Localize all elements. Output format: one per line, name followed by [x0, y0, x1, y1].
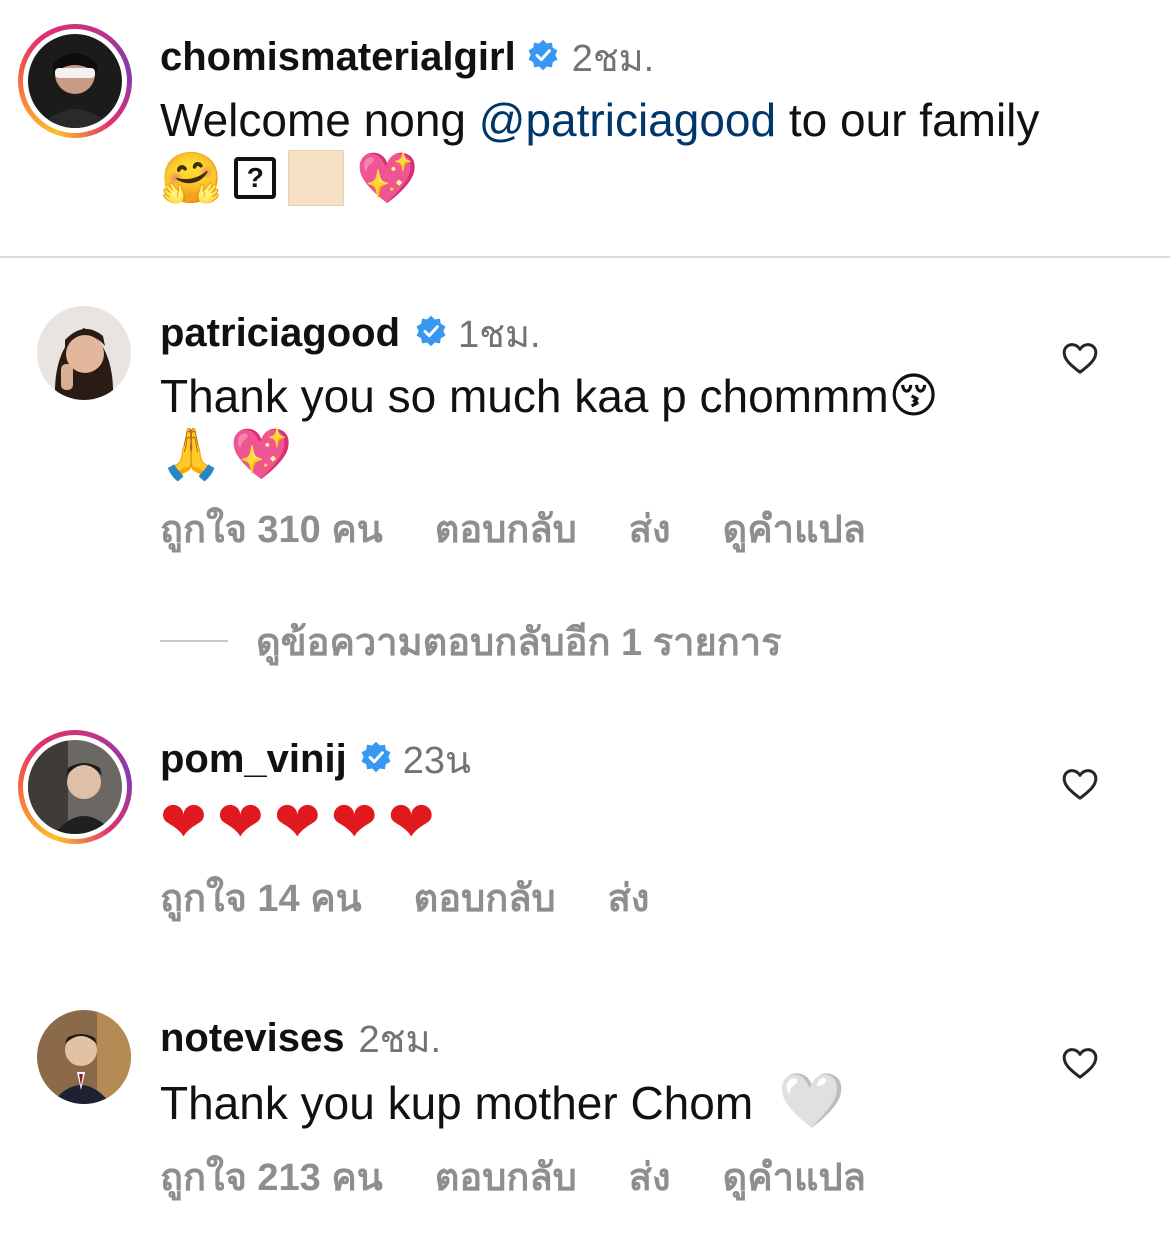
hugging-face-emoji: 🤗	[160, 148, 223, 207]
username[interactable]: chomismaterialgirl	[160, 35, 516, 80]
caption-header: chomismaterialgirl 2ชม.	[160, 33, 654, 81]
avatar[interactable]	[28, 34, 122, 128]
verified-badge-icon	[359, 740, 393, 779]
reply-button[interactable]: ตอบกลับ	[435, 498, 577, 559]
verified-badge-icon	[414, 314, 448, 353]
avatar[interactable]	[37, 306, 131, 400]
kissing-face-emoji: 😚	[888, 368, 939, 424]
caption-emoji-row: 🤗 ? 💖	[160, 148, 419, 208]
send-button[interactable]: ส่ง	[608, 867, 650, 928]
sparkling-heart-emoji: 💖	[230, 424, 293, 483]
comment-text: Thank you so much kaa p chommm😚	[160, 368, 939, 424]
missing-glyph-icon: ?	[234, 157, 277, 199]
red-heart-emoji: ❤	[387, 789, 435, 855]
comment-header: patriciagood 1ชม.	[160, 309, 541, 357]
verified-badge-icon	[526, 38, 560, 77]
translate-button[interactable]: ดูคำแปล	[723, 1146, 866, 1207]
timestamp: 23น	[402, 739, 471, 782]
comment-header: pom_vinij 23น	[160, 735, 471, 783]
red-heart-emoji: ❤	[273, 789, 321, 855]
mention-link[interactable]: @patriciagood	[479, 94, 776, 146]
send-button[interactable]: ส่ง	[629, 498, 671, 559]
caption-divider	[0, 256, 1170, 258]
timestamp: 2ชม.	[571, 37, 655, 80]
comment-actions: ถูกใจ 14 คน ตอบกลับ ส่ง	[160, 872, 649, 922]
comment-actions: ถูกใจ 213 คน ตอบกลับ ส่ง ดูคำแปล	[160, 1151, 866, 1201]
likes-count[interactable]: ถูกใจ 213 คน	[160, 1146, 383, 1207]
likes-count[interactable]: ถูกใจ 14 คน	[160, 867, 362, 928]
likes-count[interactable]: ถูกใจ 310 คน	[160, 498, 383, 559]
username[interactable]: patriciagood	[160, 311, 400, 356]
white-heart-emoji: 🤍	[777, 1069, 846, 1132]
send-button[interactable]: ส่ง	[629, 1146, 671, 1207]
like-heart-icon[interactable]	[1060, 1043, 1100, 1083]
username[interactable]: notevises	[160, 1016, 345, 1061]
reply-button[interactable]: ตอบกลับ	[414, 867, 556, 928]
red-heart-emoji: ❤	[160, 789, 207, 855]
comment-header: notevises 2ชม.	[160, 1014, 441, 1062]
comment-text: Thank you kup mother Chom 🤍	[160, 1069, 846, 1132]
reply-button[interactable]: ตอบกลับ	[435, 1146, 577, 1207]
sparkling-heart-emoji: 💖	[356, 148, 419, 207]
timestamp: 2ชม.	[358, 1018, 442, 1061]
timestamp: 1ชม.	[458, 313, 541, 356]
view-replies-label[interactable]: ดูข้อความตอบกลับอีก 1 รายการ	[256, 611, 782, 672]
red-heart-emoji: ❤	[216, 789, 264, 855]
username[interactable]: pom_vinij	[160, 737, 347, 782]
replies-line	[160, 640, 228, 642]
translate-button[interactable]: ดูคำแปล	[723, 498, 866, 559]
skin-tone-swatch	[288, 150, 345, 206]
comment-emoji-row: ❤ ❤ ❤ ❤ ❤	[160, 789, 435, 855]
comment-emoji-row: 🙏 💖	[160, 424, 293, 484]
view-replies[interactable]: ดูข้อความตอบกลับอีก 1 รายการ	[160, 616, 782, 666]
story-ring[interactable]	[18, 24, 132, 138]
like-heart-icon[interactable]	[1060, 338, 1100, 378]
avatar[interactable]	[37, 1010, 131, 1104]
red-heart-emoji: ❤	[330, 789, 378, 855]
avatar[interactable]	[28, 740, 122, 834]
story-ring[interactable]	[18, 730, 132, 844]
like-heart-icon[interactable]	[1060, 764, 1100, 804]
caption-text: Welcome nong @patriciagood to our family	[160, 94, 1040, 146]
folded-hands-emoji: 🙏	[160, 424, 223, 483]
comment-actions: ถูกใจ 310 คน ตอบกลับ ส่ง ดูคำแปล	[160, 503, 866, 553]
